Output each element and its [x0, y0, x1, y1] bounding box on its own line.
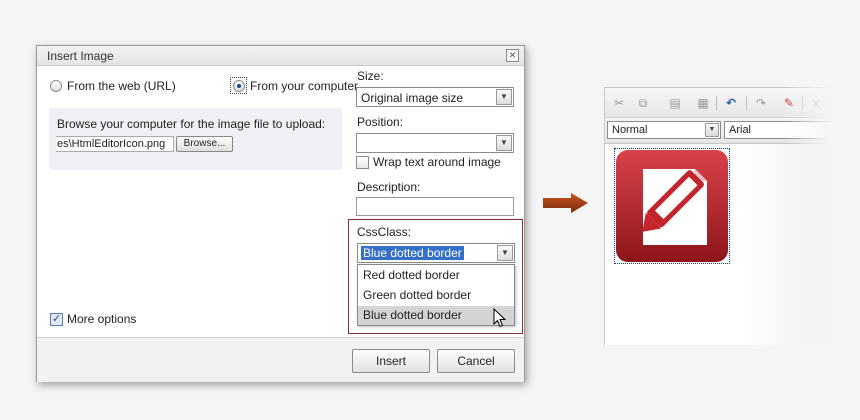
size-select[interactable]: Original image size ▼ — [356, 87, 514, 107]
toolbar-separator — [802, 96, 803, 110]
browse-button[interactable]: Browse... — [176, 136, 233, 152]
editor-content-area[interactable] — [605, 144, 831, 346]
chevron-down-icon[interactable]: ▼ — [496, 89, 512, 105]
font-select-value: Arial — [729, 124, 752, 136]
cssclass-option-red[interactable]: Red dotted border — [358, 266, 514, 285]
radio-from-computer[interactable] — [233, 80, 245, 92]
font-select[interactable]: Arial — [724, 121, 844, 139]
mouse-cursor-icon — [493, 308, 507, 328]
description-input[interactable] — [356, 197, 514, 216]
toolbar-separator — [716, 96, 717, 110]
editor-toolbar: ✂ ⧉ ▤ ▦ ↶ ↷ ✎ x — [605, 88, 831, 118]
close-icon[interactable]: ✕ — [506, 49, 519, 62]
more-options-checkbox[interactable] — [50, 312, 63, 326]
inserted-image[interactable] — [614, 148, 730, 264]
size-label: Size: — [357, 69, 384, 83]
cut-icon[interactable]: ✂ — [611, 95, 627, 111]
format-select-value: Normal — [612, 124, 648, 136]
insert-image-dialog: Insert Image ✕ From the web (URL) From y… — [36, 45, 525, 382]
html-editor-icon — [616, 150, 728, 262]
copy-icon[interactable]: ⧉ — [635, 95, 651, 111]
cssclass-option-green[interactable]: Green dotted border — [358, 286, 514, 305]
cssclass-option-blue[interactable]: Blue dotted border — [358, 306, 514, 325]
cssclass-select[interactable]: Blue dotted border ▼ — [357, 243, 515, 263]
cssclass-label: CssClass: — [357, 225, 412, 239]
paste-from-word-icon[interactable]: ▦ — [695, 95, 711, 111]
description-label: Description: — [357, 180, 421, 194]
chevron-down-icon[interactable]: ▼ — [705, 123, 719, 137]
format-select[interactable]: Normal ▼ — [607, 121, 721, 139]
radio-from-web-label[interactable]: From the web (URL) — [67, 79, 176, 93]
file-path-input[interactable]: es\HtmlEditorIcon.png — [56, 136, 174, 152]
insert-button[interactable]: Insert — [352, 349, 430, 373]
undo-icon[interactable]: ↶ — [723, 95, 739, 111]
chevron-down-icon[interactable]: ▼ — [496, 135, 512, 151]
paste-icon[interactable]: ▤ — [667, 95, 683, 111]
wrap-text-label[interactable]: Wrap text around image — [373, 155, 501, 169]
toolbar-separator — [746, 96, 747, 110]
wrap-text-checkbox[interactable] — [356, 156, 369, 169]
more-icon[interactable]: x — [808, 95, 824, 111]
chevron-down-icon[interactable]: ▼ — [497, 245, 513, 261]
spellcheck-icon[interactable]: ✎ — [781, 95, 797, 111]
dialog-titlebar[interactable]: Insert Image ✕ — [37, 46, 524, 66]
position-select[interactable]: ▼ — [356, 133, 514, 153]
html-editor-preview: ✂ ⧉ ▤ ▦ ↶ ↷ ✎ x Normal ▼ Arial — [604, 87, 844, 346]
right-arrow-icon — [543, 193, 588, 213]
dialog-title: Insert Image — [47, 49, 114, 63]
position-label: Position: — [357, 115, 404, 129]
more-options-label[interactable]: More options — [67, 312, 136, 326]
editor-format-toolbar: Normal ▼ Arial — [605, 118, 844, 144]
cancel-button[interactable]: Cancel — [437, 349, 515, 373]
cssclass-select-value: Blue dotted border — [361, 246, 464, 260]
size-select-value: Original image size — [361, 91, 464, 105]
radio-from-web[interactable] — [50, 80, 62, 92]
dialog-footer: Insert Cancel — [37, 337, 524, 382]
cssclass-dropdown-list: Red dotted border Green dotted border Bl… — [357, 264, 515, 326]
browse-prompt: Browse your computer for the image file … — [57, 117, 326, 131]
redo-icon[interactable]: ↷ — [753, 95, 769, 111]
radio-from-computer-label[interactable]: From your computer — [250, 79, 358, 93]
